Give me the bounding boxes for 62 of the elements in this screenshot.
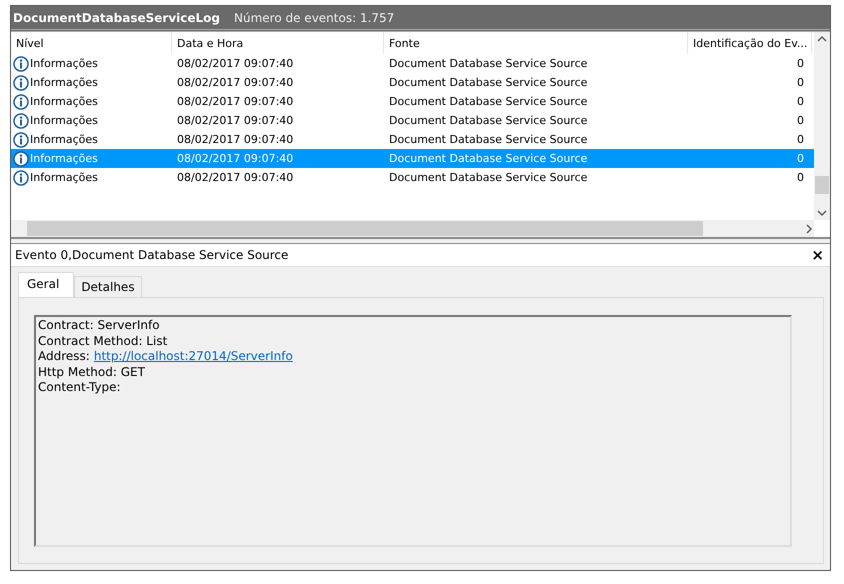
info-icon [13, 150, 29, 166]
event-count: Número de eventos: 1.757 [234, 10, 394, 24]
detail-line: Content-Type: [38, 380, 122, 396]
table-cell-text: 08/02/2017 09:07:40 [176, 114, 294, 127]
info-icon [13, 112, 29, 128]
table-cell-text: 0 [796, 114, 805, 127]
column-header[interactable]: Data e Hora [172, 32, 384, 54]
event-row[interactable]: Informações 08/02/2017 09:07:40 Document Database Service Source 0 [11, 168, 814, 187]
info-icon [13, 94, 29, 110]
info-icon [13, 56, 29, 72]
table-cell-text: 08/02/2017 09:07:40 [176, 152, 294, 165]
vertical-scrollbar[interactable] [814, 32, 830, 220]
table-cell-text: 0 [796, 57, 805, 70]
table-cell-text: 08/02/2017 09:07:40 [176, 95, 294, 108]
table-cell-text: Document Database Service Source [388, 76, 588, 89]
event-row[interactable]: Informações 08/02/2017 09:07:40 Document Database Service Source 0 [11, 111, 814, 130]
detail-line: Contract: ServerInfo [38, 318, 161, 334]
info-icon [13, 170, 29, 186]
column-header[interactable]: Nível [11, 32, 172, 54]
table-cell: Informações [30, 114, 98, 127]
table-cell: Informações [30, 152, 98, 165]
table-cell: Informações [30, 95, 98, 108]
table-cell-text: 0 [796, 133, 805, 146]
column-header[interactable]: Identificação do Ev... [688, 32, 812, 54]
table-cell-text: 0 [796, 76, 805, 89]
table-cell-text: 0 [796, 152, 805, 165]
scroll-thumb[interactable] [815, 176, 829, 194]
table-cell-text: 0 [796, 171, 805, 184]
log-name: DocumentDatabaseServiceLog [13, 10, 220, 24]
tab[interactable]: Detalhes [74, 276, 142, 297]
horizontal-scrollbar[interactable] [11, 220, 814, 237]
info-icon [13, 132, 29, 148]
address-link[interactable]: http://localhost:27014/ServerInfo [94, 349, 293, 363]
table-cell-text: 0 [796, 95, 805, 108]
table-cell: Informações [30, 57, 98, 70]
column-header[interactable]: Fonte [384, 32, 688, 54]
event-row[interactable]: Informações 08/02/2017 09:07:40 Document Database Service Source 0 [11, 73, 814, 92]
event-row[interactable]: Informações 08/02/2017 09:07:40 Document Database Service Source 0 [11, 54, 814, 73]
table-cell-text: 08/02/2017 09:07:40 [176, 171, 294, 184]
table-cell-text: Document Database Service Source [388, 114, 588, 127]
event-title: Evento 0,Document Database Service Source [15, 248, 288, 262]
table-cell-text: 08/02/2017 09:07:40 [176, 76, 294, 89]
tab[interactable]: Geral [18, 272, 74, 297]
table-cell: Informações [30, 76, 98, 89]
table-cell: Informações [30, 171, 98, 184]
table-cell-text: Document Database Service Source [388, 57, 588, 70]
table-cell-text: 08/02/2017 09:07:40 [176, 133, 294, 146]
table-cell-text: Document Database Service Source [388, 171, 588, 184]
table-cell-text: Document Database Service Source [388, 133, 588, 146]
detail-line: Contract Method: List [38, 334, 168, 349]
close-button[interactable]: × [811, 246, 824, 264]
scroll-thumb[interactable] [27, 221, 703, 236]
event-row[interactable]: Informações 08/02/2017 09:07:40 Document Database Service Source 0 [11, 130, 814, 149]
table-cell: Informações [30, 133, 98, 146]
info-icon [13, 74, 29, 90]
pane-splitter[interactable] [11, 237, 830, 244]
detail-label: Address: [38, 349, 90, 363]
event-row[interactable]: Informações 08/02/2017 09:07:40 Document Database Service Source 0 [11, 92, 814, 111]
table-cell-text: Document Database Service Source [388, 95, 588, 108]
table-cell-text: Document Database Service Source [388, 152, 588, 165]
table-cell-text: 08/02/2017 09:07:40 [176, 57, 294, 70]
detail-line: Http Method: GET [38, 364, 146, 380]
